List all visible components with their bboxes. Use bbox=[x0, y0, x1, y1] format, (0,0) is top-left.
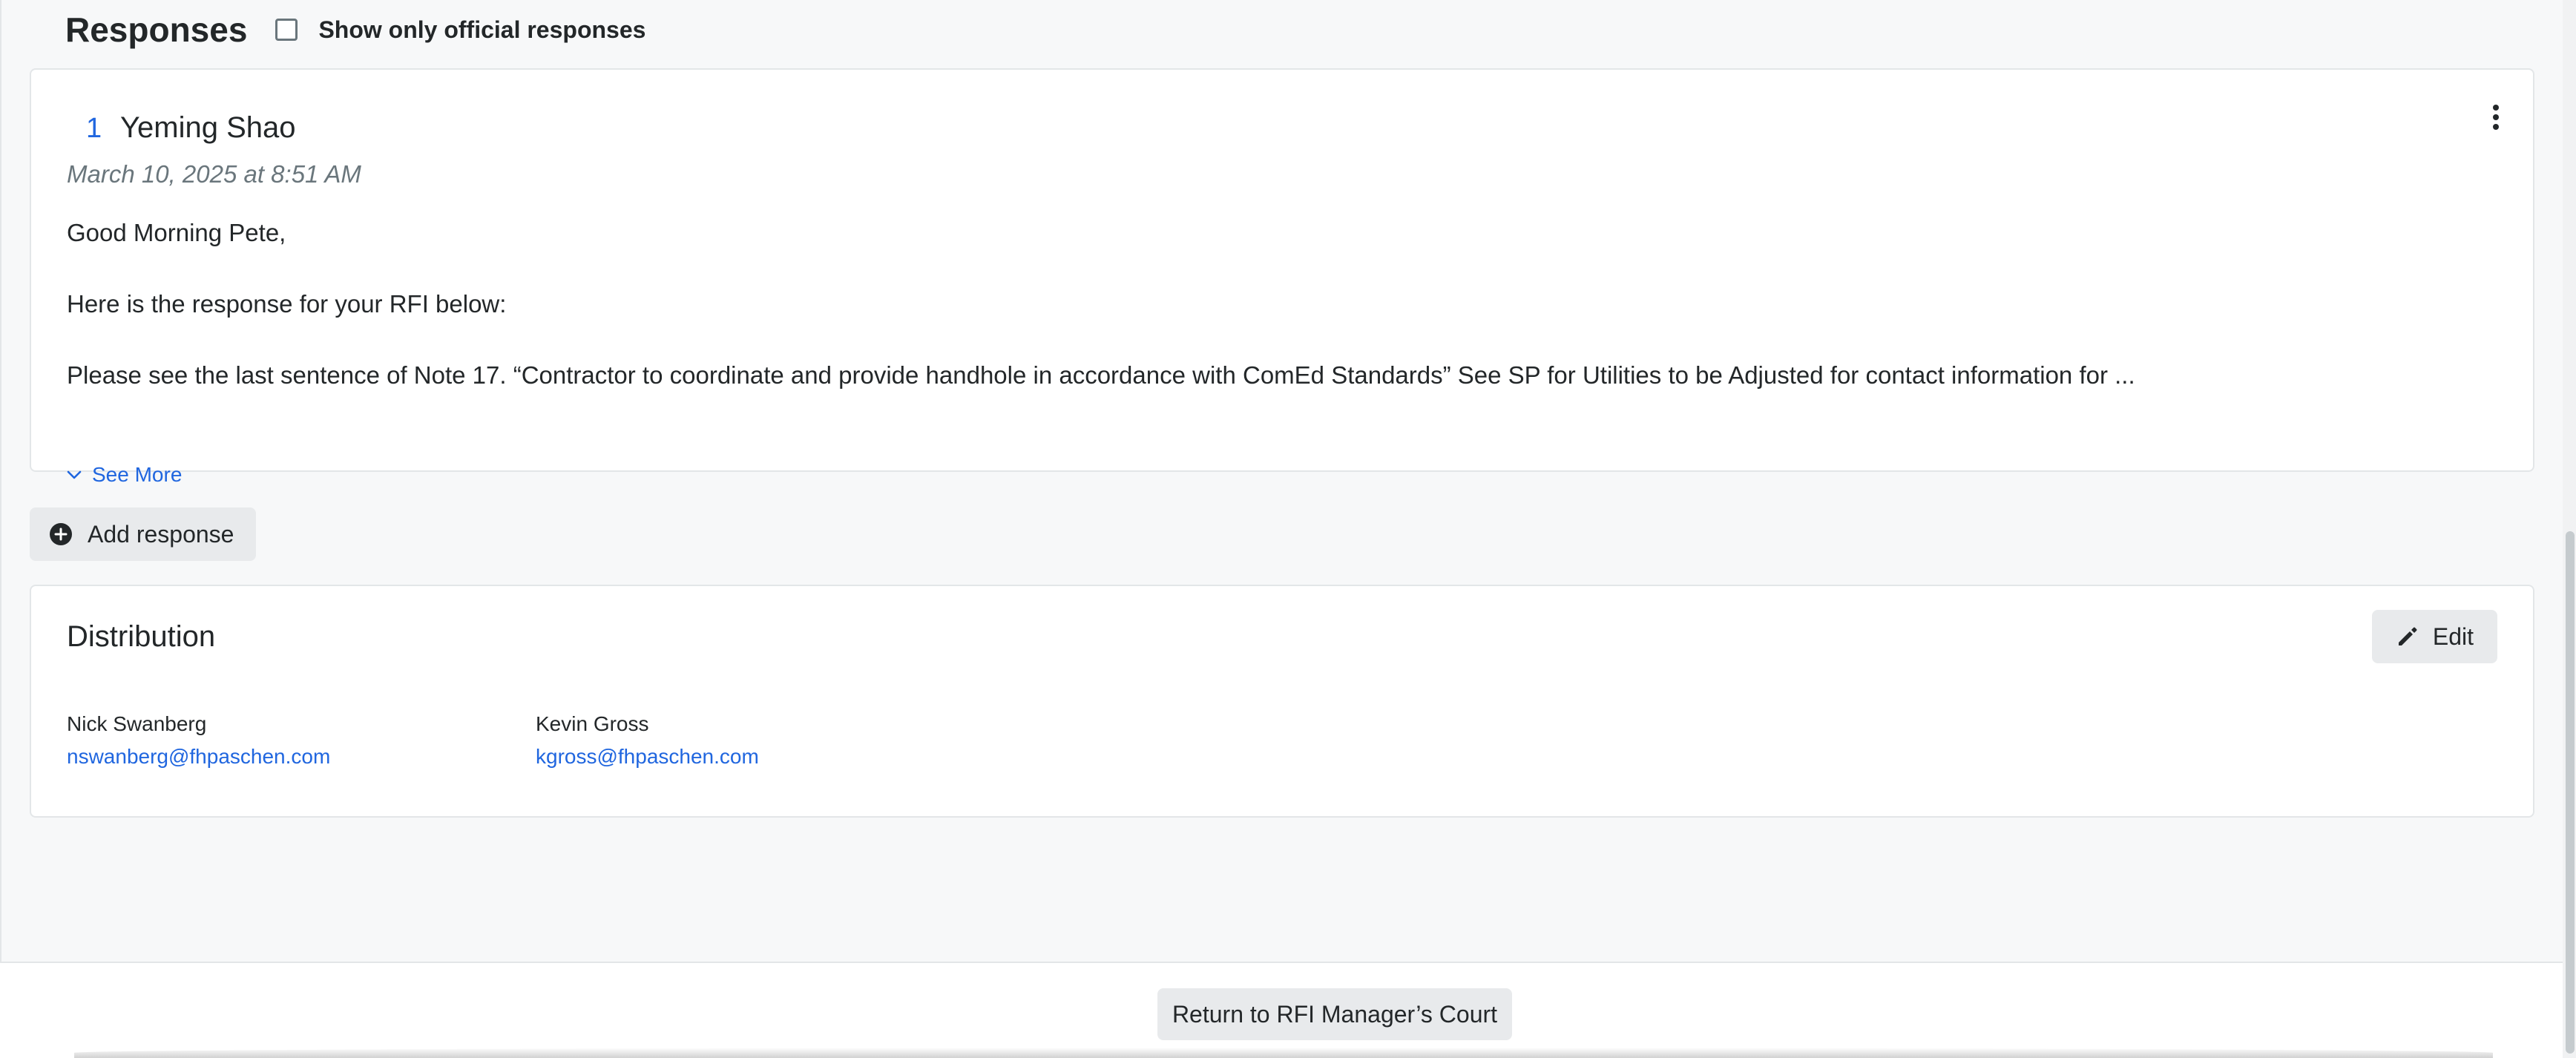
return-to-manager-button[interactable]: Return to RFI Manager’s Court bbox=[1157, 988, 1512, 1040]
responses-title: Responses bbox=[65, 10, 248, 49]
response-number: 1 bbox=[86, 113, 102, 144]
official-responses-label[interactable]: Show only official responses bbox=[318, 16, 645, 44]
recipient-name: Kevin Gross bbox=[536, 712, 649, 735]
scrollbar-thumb[interactable] bbox=[2566, 531, 2575, 1054]
recipient-email-link[interactable]: nswanberg@fhpaschen.com bbox=[67, 745, 330, 769]
response-paragraph: Here is the response for your RFI below: bbox=[67, 290, 507, 318]
left-border bbox=[0, 0, 1, 962]
footer-shadow bbox=[74, 1048, 2493, 1058]
see-more-link[interactable]: See More bbox=[67, 463, 182, 487]
see-more-label: See More bbox=[92, 463, 183, 486]
distribution-recipient: Nick Swanberg nswanberg@fhpaschen.com bbox=[67, 712, 330, 769]
response-paragraph: Please see the last sentence of Note 17.… bbox=[67, 361, 2135, 389]
response-body: Good Morning Pete, Here is the response … bbox=[67, 215, 2485, 393]
distribution-title: Distribution bbox=[67, 620, 216, 653]
response-card: 1 Yeming Shao March 10, 2025 at 8:51 AM … bbox=[30, 68, 2534, 486]
kebab-dot bbox=[2493, 124, 2499, 130]
more-options-icon[interactable] bbox=[2481, 96, 2511, 138]
scrollbar-track[interactable] bbox=[2563, 0, 2576, 1058]
distribution-card: Distribution Edit Nick Swanberg nswanber… bbox=[30, 585, 2534, 818]
recipient-email-link[interactable]: kgross@fhpaschen.com bbox=[536, 745, 759, 769]
add-response-button[interactable]: Add response bbox=[30, 507, 257, 561]
official-responses-filter[interactable]: Show only official responses bbox=[275, 16, 645, 44]
kebab-dot bbox=[2493, 114, 2499, 120]
add-response-label: Add response bbox=[88, 520, 234, 548]
pencil-icon bbox=[2398, 627, 2417, 645]
response-paragraph: Good Morning Pete, bbox=[67, 219, 286, 246]
kebab-dot bbox=[2493, 105, 2499, 111]
plus-circle-icon bbox=[50, 523, 72, 545]
edit-label: Edit bbox=[2432, 622, 2474, 650]
responses-header: Responses Show only official responses bbox=[65, 6, 645, 53]
response-date: March 10, 2025 at 8:51 AM bbox=[67, 160, 361, 188]
response-author: Yeming Shao bbox=[120, 111, 296, 144]
official-responses-checkbox[interactable] bbox=[275, 19, 298, 41]
distribution-recipient: Kevin Gross kgross@fhpaschen.com bbox=[536, 712, 759, 769]
footer-bar: Return to RFI Manager’s Court bbox=[0, 962, 2576, 1058]
chevron-down-icon bbox=[67, 470, 82, 479]
recipient-name: Nick Swanberg bbox=[67, 712, 207, 735]
edit-distribution-button[interactable]: Edit bbox=[2371, 610, 2497, 663]
